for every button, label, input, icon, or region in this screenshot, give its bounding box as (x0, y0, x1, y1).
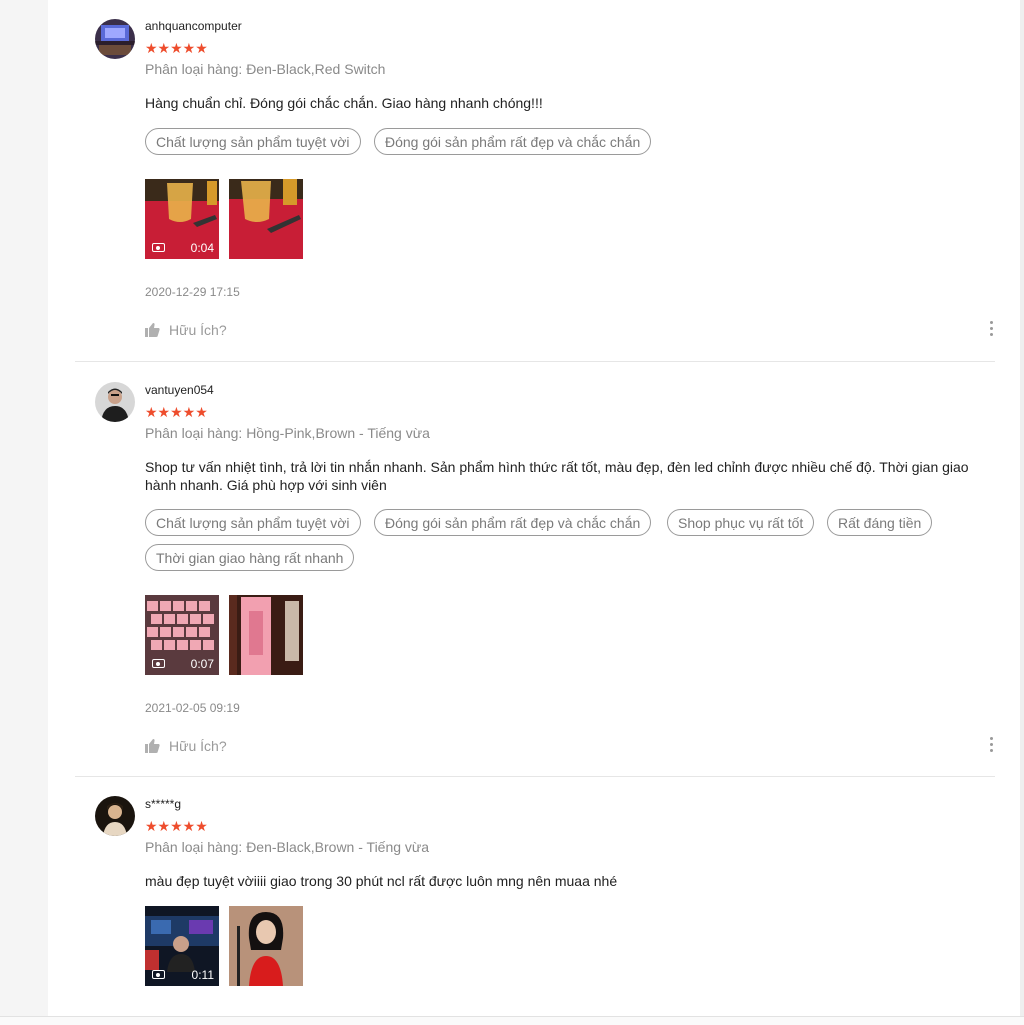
review-video-thumbnail[interactable]: 0:07 (145, 595, 219, 675)
review-date: 2020-12-29 17:15 (145, 285, 240, 299)
review-username[interactable]: vantuyen054 (145, 383, 214, 397)
video-duration: 0:11 (191, 968, 214, 982)
helpful-label: Hữu Ích? (169, 738, 227, 754)
video-camera-icon (152, 970, 165, 979)
reviews-panel: anhquancomputer ★★★★★ Phân loại hàng: Đe… (48, 0, 1020, 1016)
review-variant: Phân loại hàng: Đen-Black,Brown - Tiếng … (145, 839, 430, 855)
avatar[interactable] (95, 382, 135, 422)
review-video-thumbnail[interactable]: 0:11 (145, 906, 219, 986)
review-tag: Chất lượng sản phẩm tuyệt vời (145, 128, 361, 155)
helpful-label: Hữu Ích? (169, 322, 227, 338)
video-duration: 0:04 (190, 241, 214, 255)
avatar[interactable] (95, 19, 135, 59)
video-duration: 0:07 (190, 657, 214, 671)
review-username[interactable]: s*****g (145, 797, 181, 811)
helpful-button[interactable]: Hữu Ích? (145, 738, 227, 756)
review-username[interactable]: anhquancomputer (145, 19, 242, 33)
review-image-thumbnail[interactable] (229, 595, 303, 675)
more-options-icon[interactable] (989, 321, 995, 339)
divider (75, 776, 995, 777)
video-camera-icon (152, 243, 165, 252)
review-image-thumbnail[interactable] (229, 906, 303, 986)
helpful-button[interactable]: Hữu Ích? (145, 322, 227, 340)
avatar[interactable] (95, 796, 135, 836)
review-tag: Đóng gói sản phẩm rất đẹp và chắc chắn (374, 509, 652, 536)
review-variant: Phân loại hàng: Đen-Black,Red Switch (145, 61, 386, 77)
rating-stars: ★★★★★ (145, 40, 208, 56)
review-tag: Shop phục vụ rất tốt (667, 509, 815, 536)
rating-stars: ★★★★★ (145, 818, 208, 834)
scrollbar-track[interactable] (1020, 0, 1024, 1024)
review-image-thumbnail[interactable] (229, 179, 303, 259)
thumbs-up-icon (145, 323, 161, 340)
review-comment: Shop tư vấn nhiệt tình, trả lời tin nhắn… (145, 459, 969, 493)
review-comment: Hàng chuẩn chỉ. Đóng gói chắc chắn. Giao… (145, 95, 543, 111)
thumbs-up-icon (145, 739, 161, 756)
review-video-thumbnail[interactable]: 0:04 (145, 179, 219, 259)
review-tag: Chất lượng sản phẩm tuyệt vời (145, 509, 361, 536)
video-camera-icon (152, 659, 165, 668)
rating-stars: ★★★★★ (145, 404, 208, 420)
review-comment: màu đẹp tuyệt vờiiii giao trong 30 phút … (145, 873, 618, 889)
more-options-icon[interactable] (989, 737, 995, 755)
divider (75, 361, 995, 362)
review-tag: Đóng gói sản phẩm rất đẹp và chắc chắn (374, 128, 652, 155)
review-date: 2021-02-05 09:19 (145, 701, 240, 715)
review-tag: Rất đáng tiền (827, 509, 933, 536)
review-variant: Phân loại hàng: Hồng-Pink,Brown - Tiếng … (145, 425, 430, 441)
review-tag: Thời gian giao hàng rất nhanh (145, 544, 355, 571)
